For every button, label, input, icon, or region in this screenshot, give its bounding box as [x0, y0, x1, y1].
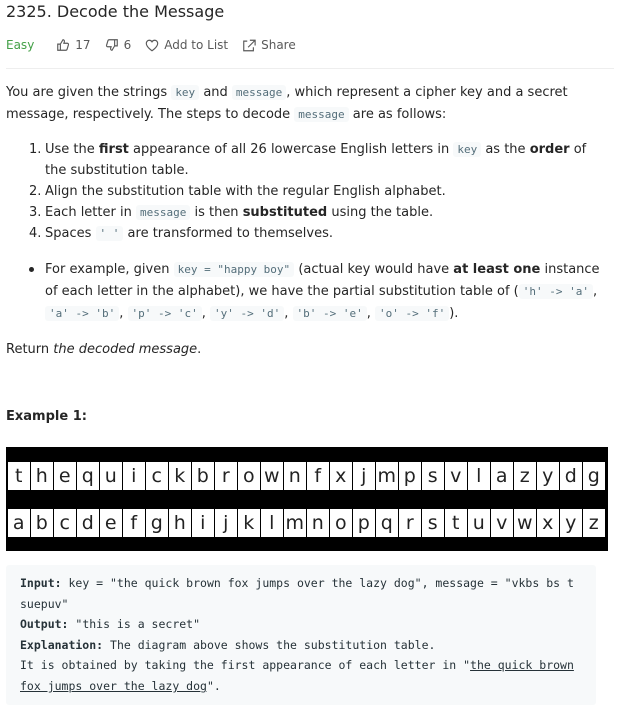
- add-to-list-label: Add to List: [164, 38, 229, 52]
- share-label: Share: [261, 38, 296, 52]
- problem-title: 2325. Decode the Message: [6, 2, 225, 21]
- cipher-cell: x: [330, 462, 352, 490]
- share-icon: [243, 39, 256, 51]
- code-key: key: [171, 85, 200, 100]
- dislike-count: 6: [123, 38, 132, 52]
- cipher-cell: u: [100, 462, 122, 490]
- cipher-row: thequickbrownfxjmpsvlazydg: [8, 462, 606, 490]
- list-item: 1. Use the first appearance of all 26 low…: [29, 142, 587, 178]
- alphabet-cell: s: [422, 509, 444, 537]
- alphabet-cell: c: [54, 509, 76, 537]
- alphabet-cell: w: [514, 509, 536, 537]
- alphabet-cell: o: [330, 509, 352, 537]
- alphabet-row: abcdefghijklmnopqrstuvwxyz: [8, 509, 606, 537]
- cipher-cell: c: [146, 462, 168, 490]
- cipher-cell: i: [123, 462, 145, 490]
- alphabet-cell: e: [100, 509, 122, 537]
- like-count: 17: [75, 38, 91, 52]
- share-button[interactable]: Share: [242, 38, 296, 52]
- alphabet-cell: n: [307, 509, 329, 537]
- alphabet-cell: a: [8, 509, 30, 537]
- thumbs-up-icon: [57, 39, 70, 51]
- alphabet-cell: m: [284, 509, 306, 537]
- alphabet-cell: f: [123, 509, 145, 537]
- alphabet-cell: l: [261, 509, 283, 537]
- alphabet-cell: p: [353, 509, 375, 537]
- alphabet-cell: y: [560, 509, 582, 537]
- list-item: 4. Spaces ' ' are transformed to themselv…: [29, 226, 333, 241]
- alphabet-cell: x: [537, 509, 559, 537]
- alphabet-cell: v: [491, 509, 513, 537]
- list-item: For example, given key = "happy boy" (ac…: [29, 259, 615, 325]
- alphabet-cell: t: [445, 509, 467, 537]
- divider: [6, 68, 614, 69]
- difficulty-badge: Easy: [6, 38, 35, 52]
- cipher-cell: j: [353, 462, 375, 490]
- substitution-table-image: thequickbrownfxjmpsvlazydg abcdefghijklm…: [6, 447, 608, 551]
- cipher-cell: h: [31, 462, 53, 490]
- cipher-cell: a: [491, 462, 513, 490]
- alphabet-cell: d: [77, 509, 99, 537]
- example-heading: Example 1:: [6, 409, 87, 424]
- alphabet-cell: q: [376, 509, 398, 537]
- code-message: message: [231, 85, 287, 100]
- cipher-cell: m: [376, 462, 398, 490]
- list-item: 3. Each letter in message is then substit…: [29, 205, 434, 220]
- cipher-cell: n: [284, 462, 306, 490]
- alphabet-cell: k: [238, 509, 260, 537]
- cipher-cell: t: [8, 462, 30, 490]
- cipher-cell: d: [560, 462, 582, 490]
- alphabet-cell: z: [583, 509, 605, 537]
- cipher-cell: w: [261, 462, 283, 490]
- alphabet-cell: g: [146, 509, 168, 537]
- cipher-cell: f: [307, 462, 329, 490]
- cipher-cell: e: [54, 462, 76, 490]
- intro-paragraph: You are given the strings key and messag…: [6, 85, 568, 122]
- alphabet-cell: h: [169, 509, 191, 537]
- cipher-cell: o: [238, 462, 260, 490]
- cipher-cell: b: [192, 462, 214, 490]
- alphabet-cell: r: [399, 509, 421, 537]
- cipher-cell: z: [514, 462, 536, 490]
- return-statement: Return the decoded message.: [6, 342, 202, 357]
- cipher-cell: p: [399, 462, 421, 490]
- heart-icon: [145, 39, 159, 51]
- example-bullet-list: For example, given key = "happy boy" (ac…: [29, 259, 615, 325]
- thumbs-down-icon: [105, 39, 118, 51]
- alphabet-cell: u: [468, 509, 490, 537]
- example-code-block: Input: key = "the quick brown fox jumps …: [6, 565, 596, 705]
- alphabet-cell: j: [215, 509, 237, 537]
- dislike-button[interactable]: 6: [105, 38, 132, 52]
- cipher-cell: q: [77, 462, 99, 490]
- alphabet-cell: b: [31, 509, 53, 537]
- cipher-cell: g: [583, 462, 605, 490]
- cipher-cell: s: [422, 462, 444, 490]
- like-button[interactable]: 17: [56, 38, 91, 52]
- cipher-cell: l: [468, 462, 490, 490]
- alphabet-cell: i: [192, 509, 214, 537]
- steps-list: 1. Use the first appearance of all 26 low…: [29, 139, 605, 244]
- cipher-cell: y: [537, 462, 559, 490]
- list-item: 2. Align the substitution table with the …: [29, 184, 446, 199]
- problem-description: You are given the strings key and messag…: [6, 82, 612, 126]
- code-message: message: [294, 107, 349, 122]
- cipher-cell: r: [215, 462, 237, 490]
- problem-meta-bar: Easy 17 6 Add to List Share: [6, 36, 310, 54]
- add-to-list-button[interactable]: Add to List: [145, 38, 228, 52]
- cipher-cell: v: [445, 462, 467, 490]
- cipher-cell: k: [169, 462, 191, 490]
